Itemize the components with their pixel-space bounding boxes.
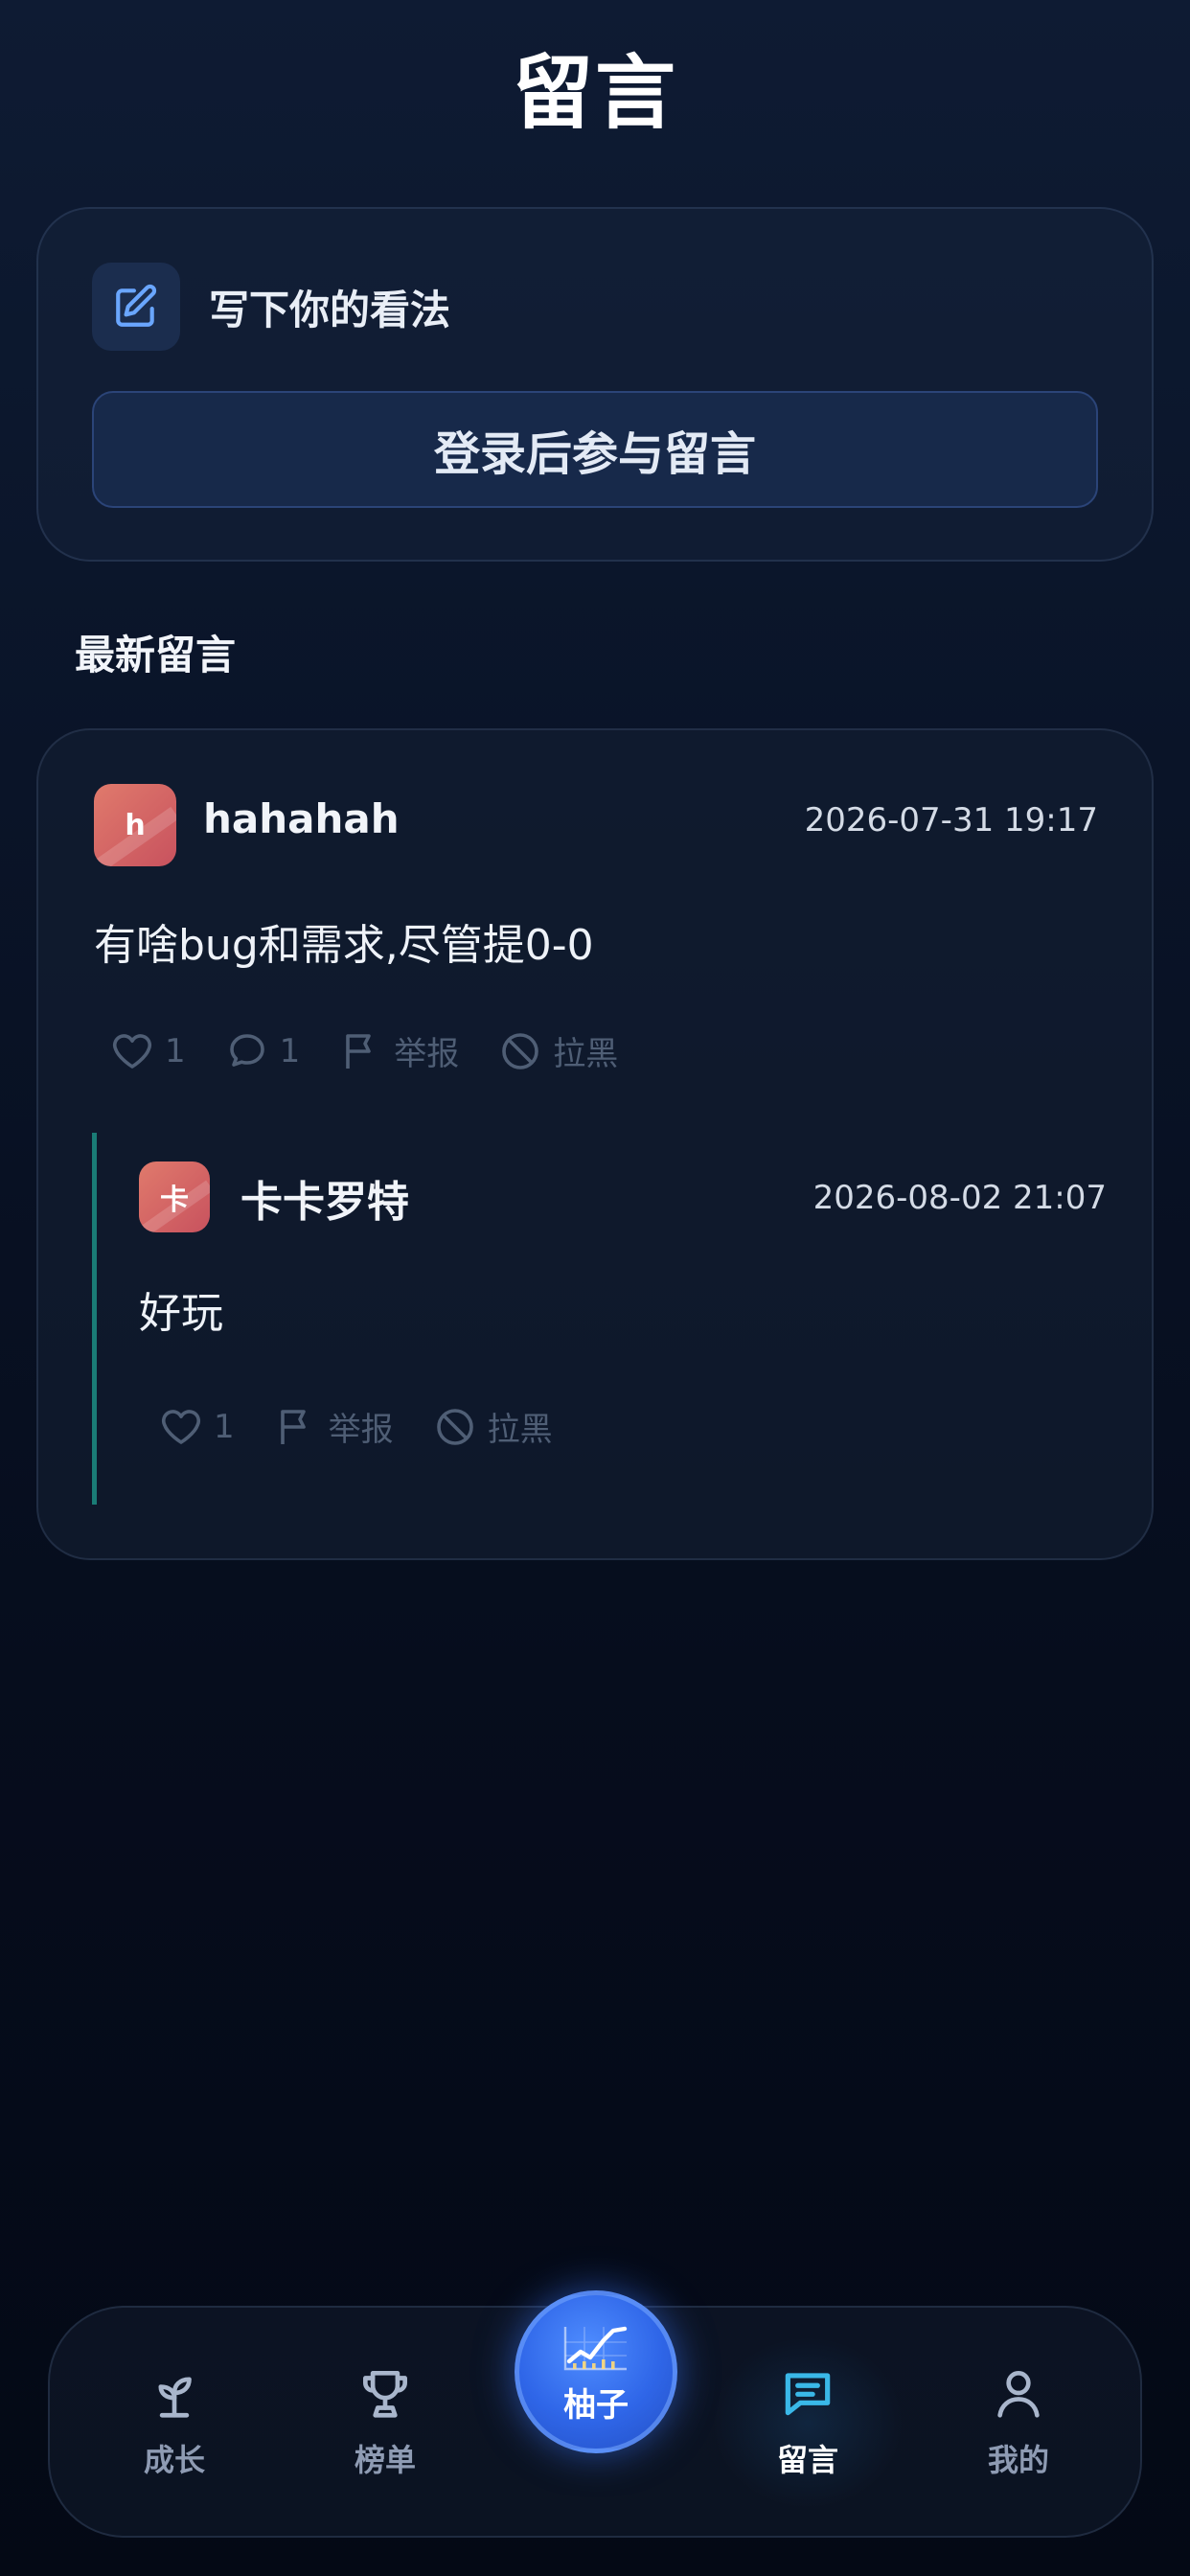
reply-actions: 1 举报 拉黑: [158, 1403, 591, 1450]
reply-text: 好玩: [139, 1289, 223, 1338]
nav-tab-growth[interactable]: 成长: [98, 2363, 251, 2480]
comment-card: h hahahah 2026-07-31 19:17 有啥bug和需求,尽管提0…: [36, 728, 1154, 1560]
avatar-letter: h: [125, 808, 146, 842]
comment-bubble-icon: [229, 1033, 264, 1067]
trophy-icon: [363, 2371, 407, 2418]
login-to-comment-button[interactable]: 登录后参与留言: [92, 391, 1098, 508]
sprout-icon: [158, 2377, 192, 2418]
report-button[interactable]: 举报: [338, 1027, 459, 1074]
compose-prompt: 写下你的看法: [209, 286, 451, 334]
flag-icon: [280, 1409, 306, 1444]
reply-like-count: 1: [214, 1407, 235, 1446]
block-icon: [502, 1032, 539, 1070]
reply-block-label: 拉黑: [487, 1411, 553, 1449]
message-icon: [785, 2373, 831, 2416]
reply-block-button[interactable]: 拉黑: [432, 1403, 553, 1450]
avatar[interactable]: h: [94, 784, 176, 866]
message-board-page: 留言 写下你的看法 登录后参与留言 最新留言 h hahahah 2026-07…: [0, 0, 1190, 2576]
block-label: 拉黑: [553, 1035, 619, 1073]
compose-header: 写下你的看法: [92, 263, 450, 351]
nav-label-growth: 成长: [143, 2442, 205, 2478]
reply-button[interactable]: 1: [224, 1028, 301, 1074]
nav-label-center: 柚子: [563, 2385, 629, 2425]
reply-report-button[interactable]: 举报: [273, 1403, 394, 1450]
heart-icon: [112, 1033, 152, 1069]
reply-author[interactable]: 卡卡罗特: [240, 1167, 409, 1229]
report-label: 举报: [394, 1035, 460, 1073]
reply-like-button[interactable]: 1: [158, 1404, 235, 1450]
nav-center-button[interactable]: 柚子: [515, 2290, 677, 2453]
comment-actions: 1 1 举报 拉黑: [109, 1027, 656, 1074]
page-title: 留言: [512, 46, 677, 140]
like-count: 1: [165, 1031, 186, 1070]
like-button[interactable]: 1: [109, 1028, 186, 1074]
heart-icon: [161, 1409, 201, 1444]
block-icon: [436, 1408, 473, 1445]
nav-tab-mine[interactable]: 我的: [942, 2363, 1095, 2480]
nav-label-mine: 我的: [987, 2442, 1049, 2478]
reply-avatar[interactable]: 卡: [139, 1162, 210, 1232]
reply-report-label: 举报: [328, 1411, 394, 1449]
section-title-latest: 最新留言: [75, 632, 237, 678]
flag-icon: [346, 1033, 372, 1069]
reply-count: 1: [279, 1031, 301, 1070]
reply-time: 2026-08-02 21:07: [812, 1179, 1107, 1217]
comment-text: 有啥bug和需求,尽管提0-0: [94, 921, 594, 970]
nav-tab-ranking[interactable]: 榜单: [309, 2363, 462, 2480]
user-icon: [997, 2371, 1040, 2418]
reply-item: 卡 卡卡罗特 2026-08-02 21:07 好玩 1 举报 拉黑: [92, 1133, 1107, 1505]
nav-tab-messages[interactable]: 留言: [731, 2363, 884, 2480]
comment-author[interactable]: hahahah: [203, 795, 400, 842]
comment-time: 2026-07-31 19:17: [804, 801, 1098, 840]
block-button[interactable]: 拉黑: [497, 1027, 618, 1074]
reply-avatar-letter: 卡: [160, 1184, 189, 1217]
chart-icon: [563, 2326, 628, 2370]
nav-label-messages: 留言: [776, 2442, 838, 2478]
edit-icon: [92, 263, 180, 351]
compose-card: 写下你的看法 登录后参与留言: [36, 207, 1154, 562]
nav-label-ranking: 榜单: [354, 2442, 416, 2478]
